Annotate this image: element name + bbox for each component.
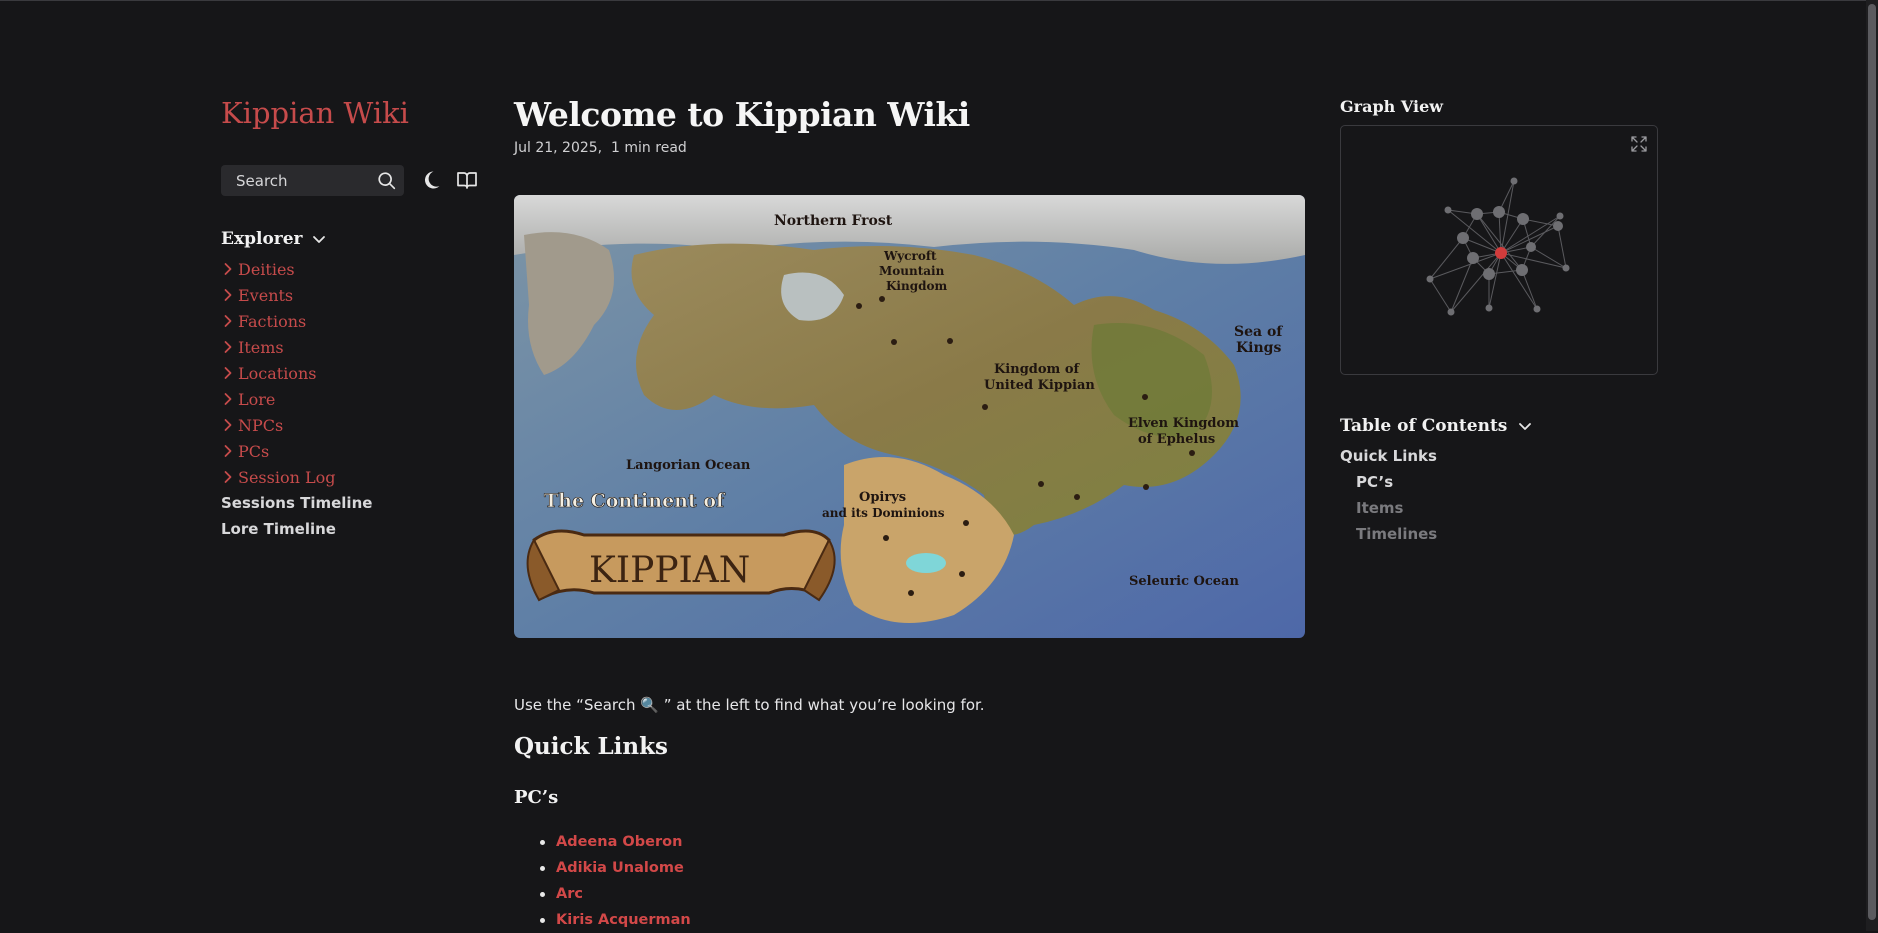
chevron-right-icon	[224, 445, 232, 457]
search-label: Search	[236, 171, 288, 190]
pc-links-list: Adeena Oberon Adikia Unalome Arc Kiris A…	[514, 829, 691, 933]
heading-quick-links: Quick Links	[514, 733, 668, 760]
expand-icon[interactable]	[1629, 134, 1649, 154]
toc-toggle[interactable]: Table of Contents	[1340, 415, 1658, 437]
chevron-down-icon	[1519, 423, 1532, 430]
page-meta: Jul 21, 2025, 1 min read	[514, 140, 687, 156]
folder-label: Deities	[238, 259, 295, 279]
folder-pcs[interactable]: PCs	[221, 438, 491, 464]
site-title[interactable]: Kippian Wiki	[221, 96, 409, 130]
folder-label: Locations	[238, 363, 317, 383]
moon-icon[interactable]	[419, 168, 443, 192]
graph-view-title: Graph View	[1340, 97, 1444, 116]
chevron-down-icon	[312, 236, 325, 243]
chevron-right-icon	[224, 367, 232, 379]
scrollbar-thumb[interactable]	[1868, 4, 1876, 920]
folder-locations[interactable]: Locations	[221, 360, 491, 386]
pc-link-label: Adikia Unalome	[556, 860, 684, 876]
explorer-title: Explorer	[221, 229, 303, 249]
pc-link-kiris-acquerman[interactable]: Kiris Acquerman	[514, 907, 691, 933]
continent-map-image: Northern Frost Wycroft Mountain Kingdom …	[514, 195, 1305, 638]
folder-label: Session Log	[238, 467, 336, 487]
window-top-border	[0, 0, 1866, 1]
list-bullet	[540, 891, 545, 897]
map-label-kingdom: Kingdom	[886, 279, 947, 293]
map-title-banner: KIPPIAN	[589, 550, 750, 591]
chevron-right-icon	[224, 419, 232, 431]
folder-items[interactable]: Items	[221, 334, 491, 360]
folder-label: Items	[238, 337, 284, 357]
page-title: Welcome to Kippian Wiki	[514, 95, 970, 134]
folder-events[interactable]: Events	[221, 282, 491, 308]
search-icon	[378, 171, 396, 189]
pc-link-arc[interactable]: Arc	[514, 881, 691, 907]
map-label-langorian: Langorian Ocean	[626, 458, 751, 473]
explorer-folders: Deities Events Factions Items Locations …	[221, 256, 491, 490]
chevron-right-icon	[224, 263, 232, 275]
map-label-united-kippian: United Kippian	[984, 378, 1095, 393]
chevron-right-icon	[224, 471, 232, 483]
graph-current-node[interactable]	[1495, 247, 1507, 259]
folder-label: Factions	[238, 311, 307, 331]
map-label-elven-kingdom: Elven Kingdom	[1128, 416, 1239, 431]
toc-item-quick-links[interactable]: Quick Links	[1340, 443, 1658, 469]
pc-link-adeena-oberon[interactable]: Adeena Oberon	[514, 829, 691, 855]
book-icon[interactable]	[455, 168, 479, 192]
folder-label: Events	[238, 285, 294, 305]
scrollbar[interactable]	[1866, 0, 1878, 931]
toc-list: Quick Links PC’s Items Timelines	[1340, 443, 1658, 547]
graph-canvas[interactable]	[1341, 126, 1657, 374]
folder-deities[interactable]: Deities	[221, 256, 491, 282]
map-label-opirys: Opirys	[859, 490, 906, 505]
intro-text: Use the “Search 🔍 ” at the left to find …	[514, 696, 985, 714]
map-label-of-ephelus: of Ephelus	[1138, 432, 1215, 447]
list-bullet	[540, 839, 545, 845]
chevron-right-icon	[224, 393, 232, 405]
map-label-seleuric: Seleuric Ocean	[1129, 574, 1239, 589]
folder-session-log[interactable]: Session Log	[221, 464, 491, 490]
search-button[interactable]: Search	[221, 165, 404, 196]
map-label-northern-frost: Northern Frost	[774, 213, 893, 229]
map-label-dominions: and its Dominions	[822, 506, 945, 520]
map-label-sea-of: Sea of	[1234, 324, 1283, 340]
list-bullet	[540, 917, 545, 923]
page-read-time: 1 min read	[611, 140, 687, 156]
folder-npcs[interactable]: NPCs	[221, 412, 491, 438]
pc-link-label: Arc	[556, 886, 583, 902]
pc-link-label: Kiris Acquerman	[556, 912, 691, 928]
graph-view[interactable]	[1340, 125, 1658, 375]
toc-title: Table of Contents	[1340, 416, 1508, 436]
folder-label: NPCs	[238, 415, 284, 435]
explorer-toggle[interactable]: Explorer	[221, 228, 491, 250]
page-date: Jul 21, 2025,	[514, 140, 603, 156]
map-label-kings: Kings	[1236, 340, 1281, 356]
folder-lore[interactable]: Lore	[221, 386, 491, 412]
folder-factions[interactable]: Factions	[221, 308, 491, 334]
heading-pcs: PC’s	[514, 787, 559, 808]
chevron-right-icon	[224, 341, 232, 353]
pc-link-adikia-unalome[interactable]: Adikia Unalome	[514, 855, 691, 881]
link-lore-timeline[interactable]: Lore Timeline	[221, 516, 491, 542]
map-title-line: The Continent of	[544, 490, 726, 512]
map-label-wycroft: Wycroft	[883, 249, 937, 263]
map-label-kingdom-of: Kingdom of	[994, 362, 1080, 377]
list-bullet	[540, 865, 545, 871]
folder-label: Lore	[238, 389, 276, 409]
toc-item-pcs[interactable]: PC’s	[1340, 469, 1658, 495]
map-label-mountain: Mountain	[879, 264, 945, 278]
explorer-files: Sessions Timeline Lore Timeline	[221, 490, 491, 542]
explorer: Explorer Deities Events Factions Items L…	[221, 228, 491, 542]
folder-label: PCs	[238, 441, 270, 461]
chevron-right-icon	[224, 315, 232, 327]
toc-item-timelines[interactable]: Timelines	[1340, 521, 1658, 547]
table-of-contents: Table of Contents Quick Links PC’s Items…	[1340, 415, 1658, 547]
chevron-right-icon	[224, 289, 232, 301]
toc-item-items[interactable]: Items	[1340, 495, 1658, 521]
pc-link-label: Adeena Oberon	[556, 834, 683, 850]
link-sessions-timeline[interactable]: Sessions Timeline	[221, 490, 491, 516]
